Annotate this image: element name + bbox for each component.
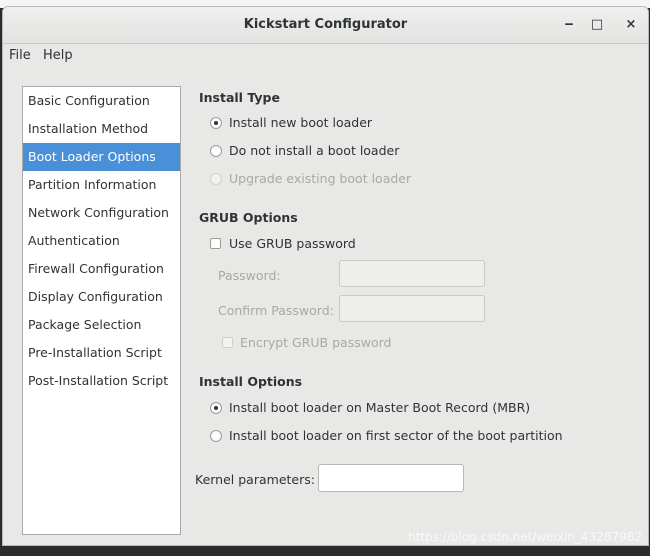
maximize-button[interactable]: □ [587,15,607,35]
install-mbr-label[interactable]: Install boot loader on Master Boot Recor… [229,400,530,415]
sidebar-item-boot-loader-options[interactable]: Boot Loader Options [23,143,180,171]
window-title: Kickstart Configurator [243,17,408,32]
sidebar-item-firewall-configuration[interactable]: Firewall Configuration [23,255,180,283]
password-field [339,260,485,287]
menu-file[interactable]: File [9,48,31,63]
confirm-password-field [339,295,485,322]
sidebar-item-authentication[interactable]: Authentication [23,227,180,255]
sidebar-item-basic-configuration[interactable]: Basic Configuration [23,87,180,115]
confirm-password-label: Confirm Password: [218,303,334,318]
upgrade-existing-radio [210,173,222,185]
do-not-install-radio[interactable] [210,145,222,157]
install-mbr-radio[interactable] [210,402,222,414]
sidebar-item-post-installation-script[interactable]: Post-Installation Script [23,367,180,395]
use-grub-password-checkbox[interactable] [210,238,221,249]
kickstart-window: Kickstart Configurator ‒ □ × File Help B… [2,6,649,546]
encrypt-grub-password-label: Encrypt GRUB password [240,335,392,350]
sidebar-item-partition-information[interactable]: Partition Information [23,171,180,199]
sidebar-item-package-selection[interactable]: Package Selection [23,311,180,339]
title-bar[interactable]: Kickstart Configurator ‒ □ × [3,7,648,44]
kernel-parameters-label: Kernel parameters: [195,472,315,487]
install-first-sector-label[interactable]: Install boot loader on first sector of t… [229,428,563,443]
minimize-button[interactable]: ‒ [559,15,579,35]
upgrade-existing-label: Upgrade existing boot loader [229,171,412,186]
install-new-boot-loader-label[interactable]: Install new boot loader [229,115,372,130]
close-button[interactable]: × [621,15,641,35]
password-label: Password: [218,268,281,283]
encrypt-grub-password-checkbox [222,337,233,348]
install-new-boot-loader-radio[interactable] [210,117,222,129]
install-options-heading: Install Options [199,374,303,389]
do-not-install-label[interactable]: Do not install a boot loader [229,143,399,158]
use-grub-password-label[interactable]: Use GRUB password [229,236,356,251]
sidebar-item-installation-method[interactable]: Installation Method [23,115,180,143]
menu-help[interactable]: Help [43,48,73,63]
sidebar-item-display-configuration[interactable]: Display Configuration [23,283,180,311]
sidebar-item-network-configuration[interactable]: Network Configuration [23,199,180,227]
sidebar: Basic Configuration Installation Method … [22,86,181,535]
sidebar-item-pre-installation-script[interactable]: Pre-Installation Script [23,339,180,367]
install-type-heading: Install Type [199,90,280,105]
watermark-text: https://blog.csdn.net/weixin_43287982 [407,530,642,544]
menu-bar: File Help [3,44,648,68]
kernel-parameters-field[interactable] [318,464,464,492]
grub-options-heading: GRUB Options [199,210,298,225]
install-first-sector-radio[interactable] [210,430,222,442]
